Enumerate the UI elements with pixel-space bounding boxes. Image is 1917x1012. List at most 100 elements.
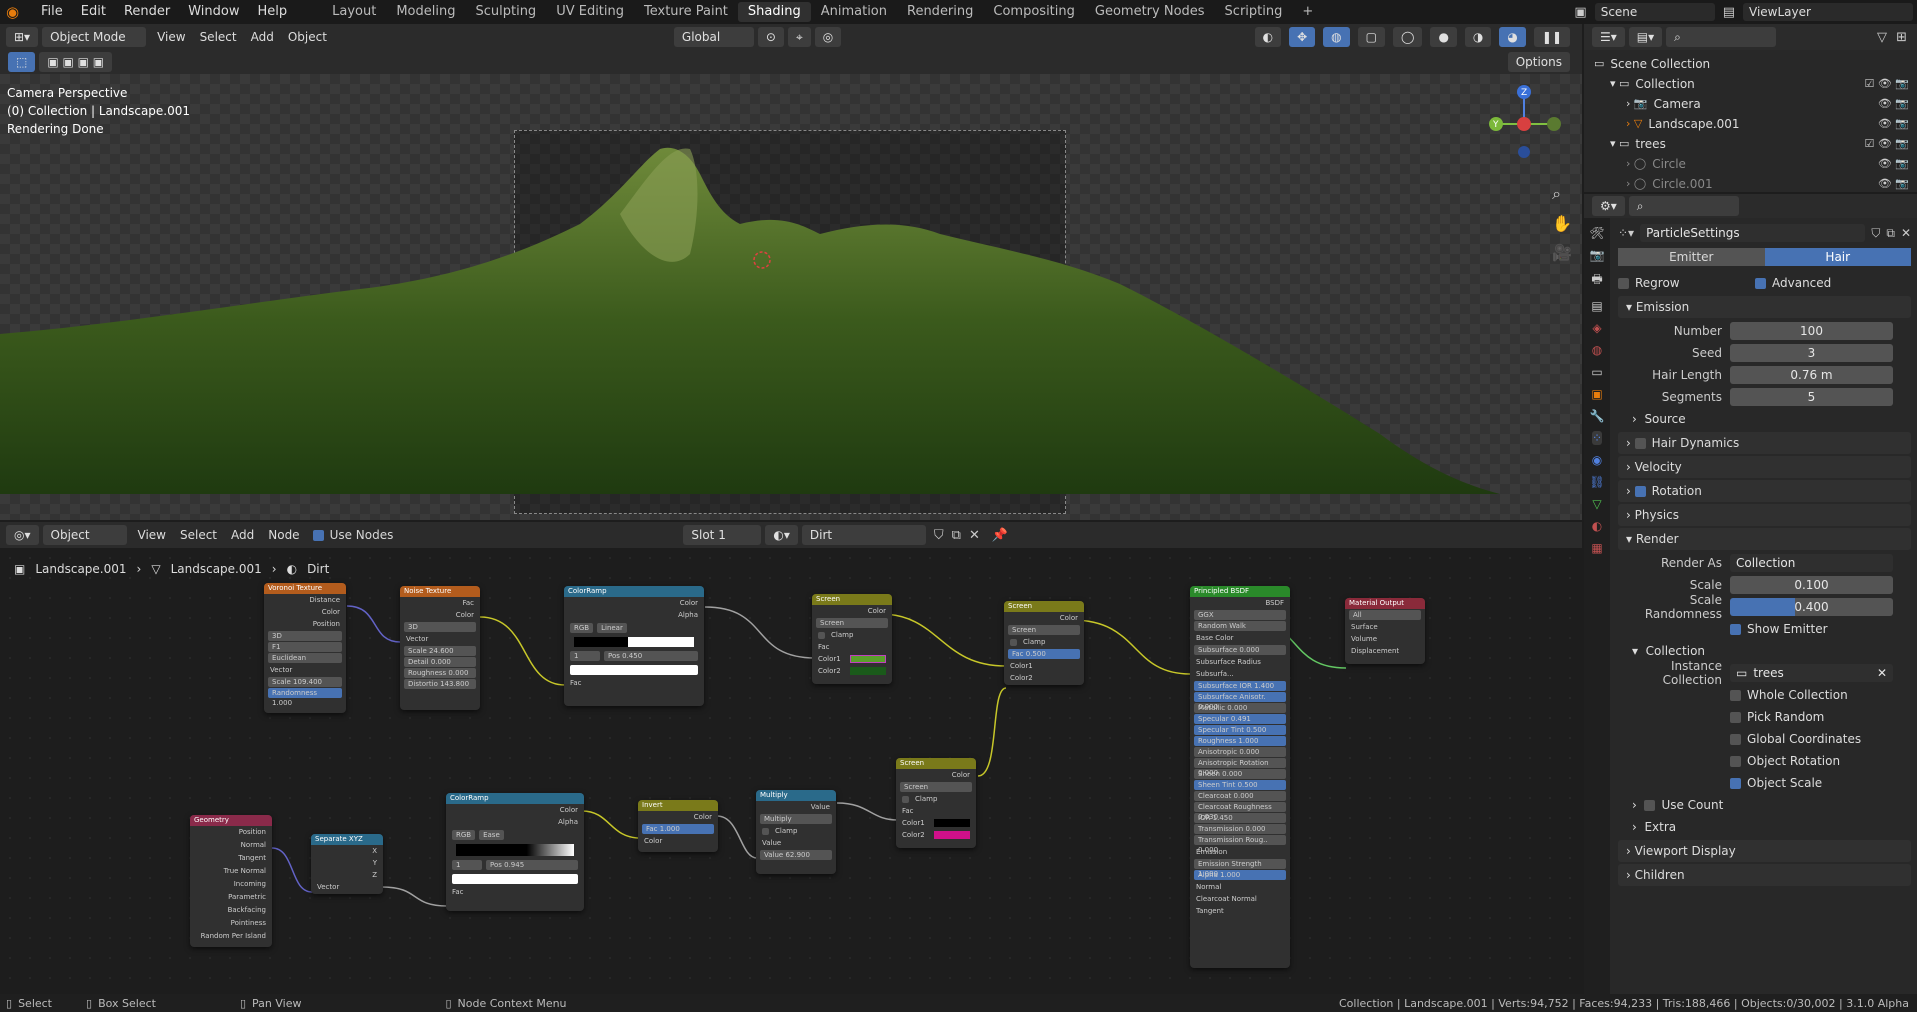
clamp-check-icon[interactable] (1010, 638, 1017, 646)
invert-fac-field[interactable]: Fac 1.000 (642, 824, 714, 834)
menu-render[interactable]: Render (115, 0, 179, 24)
fake-user-icon[interactable]: ⛉ (934, 528, 944, 543)
advanced-checkbox[interactable] (1755, 277, 1766, 289)
use-nodes-checkbox[interactable] (312, 529, 324, 541)
camera-view-icon[interactable]: 🎥 (1552, 243, 1572, 262)
visibility-toggles[interactable]: ☑ 👁 📷 (1864, 74, 1909, 94)
node-invert[interactable]: Invert Color Fac 1.000 Color (638, 800, 718, 852)
transform-orientation[interactable]: Global (673, 27, 754, 47)
navigation-gizmo[interactable]: Z Y (1484, 84, 1564, 164)
proportional-icon[interactable]: ◎ (814, 27, 842, 47)
tab-animation[interactable]: Animation (811, 2, 897, 22)
tab-layout[interactable]: Layout (322, 2, 386, 22)
ne-menu-node[interactable]: Node (261, 522, 306, 548)
segments-field[interactable]: 5 (1730, 388, 1893, 406)
view-layer-icon[interactable]: ▤ (1723, 5, 1735, 20)
voronoi-metric-select[interactable]: Euclidean (268, 653, 342, 663)
pause-render-icon[interactable]: ❚❚ (1533, 27, 1570, 47)
instance-collection-field[interactable]: ▭ trees ✕ (1730, 664, 1893, 682)
outliner-editor-type[interactable]: ☰▾ (1592, 27, 1625, 47)
object-rotation-checkbox[interactable] (1730, 755, 1741, 767)
bsdf-input-row[interactable]: Subsurface IOR 1.400 (1194, 681, 1286, 691)
visibility-toggles[interactable]: 👁 📷 (1878, 114, 1909, 134)
node-colorramp-2[interactable]: ColorRamp Color Alpha RGB Ease 1 Pos 0.9… (446, 793, 584, 911)
unlink-material-icon[interactable]: ✕ (969, 528, 980, 543)
particle-settings-icon[interactable]: ⁘▾ (1618, 226, 1634, 240)
rotation-checkbox[interactable] (1634, 486, 1646, 497)
tab-rendering[interactable]: Rendering (897, 2, 983, 22)
shading-rendered-icon[interactable]: ◕ (1499, 27, 1526, 47)
bsdf-input-row[interactable]: Roughness 1.000 (1194, 736, 1286, 746)
unlink-icon[interactable]: ✕ (1901, 226, 1911, 240)
view-layer-selector[interactable]: ViewLayer (1743, 3, 1913, 21)
bsdf-input-row[interactable]: Clearcoat 0.000 (1194, 791, 1286, 801)
tab-modeling[interactable]: Modeling (386, 2, 465, 22)
gizmo-icon[interactable]: ✥ (1289, 27, 1316, 47)
subpanel-source[interactable]: › Source (1618, 408, 1911, 430)
color1-swatch[interactable] (934, 819, 970, 827)
vp-menu-add[interactable]: Add (244, 24, 281, 50)
data-tab-icon[interactable]: ▽ (1592, 497, 1601, 511)
regrow-checkbox[interactable] (1618, 277, 1629, 289)
node-voronoi-texture[interactable]: Voronoi Texture Distance Color Position … (264, 583, 346, 713)
ramp-stop-pos[interactable]: Pos 0.450 (604, 651, 698, 661)
filter-icon[interactable]: ▽ (1877, 30, 1887, 45)
zoom-icon[interactable]: ⌕ (1552, 184, 1572, 204)
material-name-field[interactable]: Dirt (801, 525, 926, 545)
ramp-stop-index[interactable]: 1 (452, 860, 482, 870)
fac-field[interactable]: Fac 0.500 (1008, 649, 1080, 659)
output-target-select[interactable]: All (1349, 610, 1421, 620)
ramp-gradient[interactable] (456, 844, 574, 856)
node-mix-screen-3[interactable]: Screen Color Screen Clamp Fac Color1 Col… (896, 758, 976, 848)
xray-icon[interactable]: ▢ (1357, 27, 1385, 47)
breadcrumb-material[interactable]: Dirt (307, 562, 329, 576)
tab-geometry-nodes[interactable]: Geometry Nodes (1085, 2, 1215, 22)
panel-emission[interactable]: ▾ Emission (1618, 296, 1911, 318)
outliner-item[interactable]: › ◯ Circle.001 👁 📷 (1584, 174, 1917, 194)
color2-swatch[interactable] (934, 831, 970, 839)
bsdf-input-row[interactable]: Anisotropic 0.000 (1194, 747, 1286, 757)
ramp-mode-select[interactable]: RGB (452, 830, 476, 840)
ramp-stop-color[interactable] (452, 874, 578, 884)
bsdf-input-row[interactable]: Transmission 0.000 (1194, 824, 1286, 834)
number-field[interactable]: 100 (1730, 322, 1893, 340)
outliner-item[interactable]: › ▽ Landscape.001 👁 📷 (1584, 114, 1917, 134)
duplicate-icon[interactable]: ⧉ (1886, 226, 1895, 241)
visibility-toggles[interactable]: ☑ 👁 📷 (1864, 134, 1909, 154)
clamp-checkbox[interactable]: Clamp (756, 825, 836, 837)
3d-viewport[interactable]: Camera Perspective (0) Collection | Land… (0, 74, 1582, 520)
ne-editor-type-button[interactable]: ◎▾ (6, 525, 39, 545)
hair-length-field[interactable]: 0.76 m (1730, 366, 1893, 384)
node-mix-screen-2[interactable]: Screen Color Screen Clamp Fac 0.500 Colo… (1004, 601, 1084, 685)
blend-mode-select[interactable]: Screen (1008, 625, 1080, 635)
modifier-tab-icon[interactable]: 🔧 (1590, 409, 1605, 423)
slot-selector[interactable]: Slot 1 (683, 525, 762, 545)
whole-collection-checkbox[interactable] (1730, 689, 1741, 701)
breadcrumb-object[interactable]: Landscape.001 (35, 562, 126, 576)
visibility-toggles[interactable]: 👁 📷 (1878, 174, 1909, 194)
duplicate-material-icon[interactable]: ⧉ (952, 528, 961, 543)
collection-tab-icon[interactable]: ▭ (1591, 365, 1602, 379)
tab-uv-editing[interactable]: UV Editing (546, 2, 634, 22)
color2-swatch[interactable] (850, 667, 886, 675)
fake-user-icon[interactable]: ⛉ (1871, 226, 1880, 241)
add-workspace-icon[interactable]: + (1292, 2, 1323, 22)
bsdf-distribution-select[interactable]: GGX (1194, 610, 1286, 620)
noise-distortion-field[interactable]: Distortio 143.800 (404, 679, 476, 689)
display-mode-icon[interactable]: ▤▾ (1628, 27, 1663, 47)
panel-viewport-display[interactable]: › Viewport Display (1618, 840, 1911, 862)
clamp-check-icon[interactable] (762, 827, 769, 835)
blender-logo-icon[interactable]: ◉ (6, 3, 26, 21)
bsdf-input-row[interactable]: Transmission Roug.. 0.000 (1194, 835, 1286, 854)
menu-window[interactable]: Window (179, 0, 248, 24)
bsdf-input-row[interactable]: Sheen Tint 0.500 (1194, 780, 1286, 790)
ramp-gradient[interactable] (574, 637, 694, 647)
ramp-interp-select[interactable]: Linear (597, 623, 627, 633)
noise-scale-field[interactable]: Scale 24.600 (404, 646, 476, 656)
shader-node-editor[interactable]: Voronoi Texture Distance Color Position … (0, 548, 1582, 994)
noise-dim-select[interactable]: 3D (404, 622, 476, 632)
bsdf-input-row[interactable]: Specular 0.491 (1194, 714, 1286, 724)
shader-type-selector[interactable]: Object (42, 525, 127, 545)
ramp-stop-color[interactable] (570, 665, 698, 675)
constraints-tab-icon[interactable]: ⛓ (1589, 475, 1604, 489)
